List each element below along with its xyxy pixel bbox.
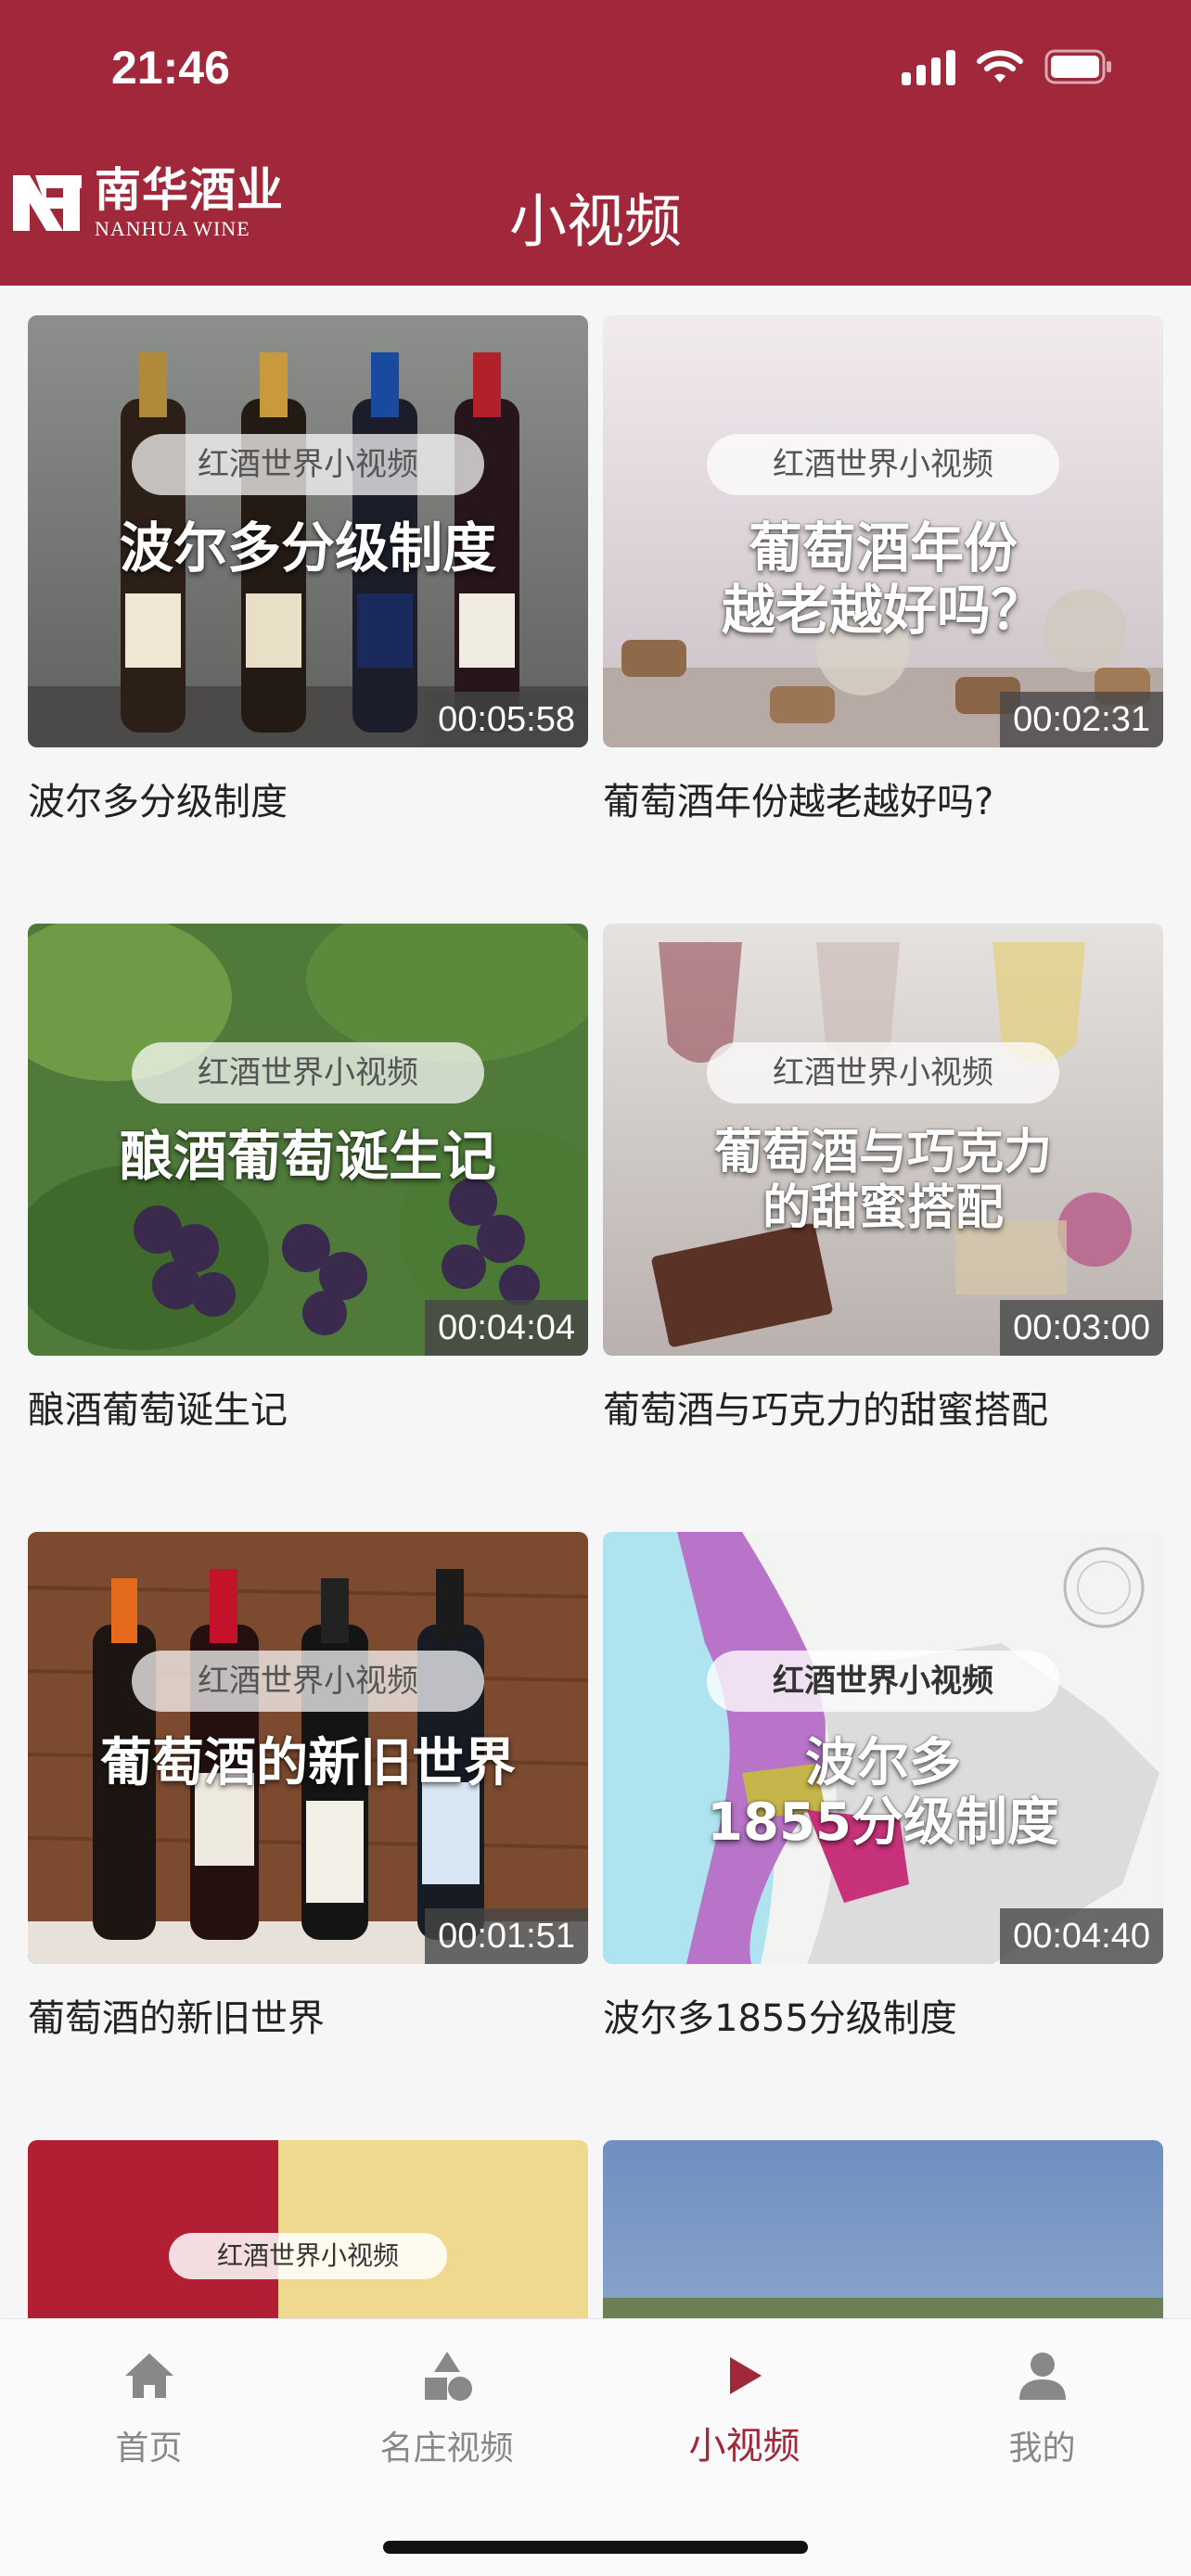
video-card[interactable]: 红酒世界小视频 酿酒葡萄诞生记 00:04:04 酿酒葡萄诞生记 (28, 924, 588, 1434)
battery-icon (1044, 49, 1113, 84)
play-icon (724, 2343, 765, 2408)
video-thumbnail[interactable]: 红酒世界小视频 (28, 2140, 588, 2318)
red-yellow-thumbnail-art (28, 2140, 588, 2318)
video-thumbnail[interactable] (603, 2140, 1163, 2318)
video-title[interactable]: 波尔多1855分级制度 (603, 1988, 1163, 2042)
tab-profile[interactable]: 我的 (893, 2343, 1191, 2473)
page-title: 小视频 (508, 187, 682, 255)
thumbnail-headline: 酿酒葡萄诞生记 (119, 1125, 496, 1188)
tab-short-videos[interactable]: 小视频 (596, 2343, 893, 2473)
video-card[interactable]: 红酒世界小视频 葡萄酒与巧克力 的甜蜜搭配 00:03:00 葡萄酒与巧克力的甜… (603, 924, 1163, 1434)
video-duration: 00:04:40 (1000, 1908, 1163, 1964)
video-thumbnail[interactable]: 红酒世界小视频 葡萄酒的新旧世界 00:01:51 (28, 1532, 588, 1964)
status-icons (902, 46, 1113, 87)
video-duration: 00:03:00 (1000, 1300, 1163, 1356)
video-card[interactable]: 红酒世界小视频 葡萄酒年份 越老越好吗？ 00:02:31 葡萄酒年份越老越好吗… (603, 315, 1163, 825)
video-thumbnail[interactable]: 红酒世界小视频 波尔多分级制度 00:05:58 (28, 315, 588, 747)
video-title[interactable]: 葡萄酒与巧克力的甜蜜搭配 (603, 1380, 1163, 1434)
video-thumbnail[interactable]: 红酒世界小视频 波尔多 1855分级制度 00:04:40 (603, 1532, 1163, 1964)
video-title[interactable]: 葡萄酒的新旧世界 (28, 1988, 588, 2042)
status-time: 21:46 (111, 42, 230, 94)
series-badge: 红酒世界小视频 (707, 1651, 1059, 1712)
thumbnail-headline: 葡萄酒的新旧世界 (100, 1733, 516, 1793)
video-duration: 00:01:51 (425, 1908, 588, 1964)
app-header: 21:46 南华酒业 NANHUA WINE 小视频 (0, 0, 1191, 286)
thumbnail-headline: 葡萄酒与巧克力 的甜蜜搭配 (713, 1125, 1052, 1236)
video-thumbnail[interactable]: 红酒世界小视频 酿酒葡萄诞生记 00:04:04 (28, 924, 588, 1356)
shapes-icon (419, 2343, 475, 2408)
video-duration: 00:02:31 (1000, 692, 1163, 747)
series-badge: 红酒世界小视频 (132, 434, 484, 495)
thumbnail-headline: 波尔多分级制度 (119, 516, 496, 580)
thumbnail-headline: 葡萄酒年份 越老越好吗？ (721, 516, 1044, 642)
video-grid: 红酒世界小视频 波尔多分级制度 00:05:58 波尔多分级制度 红酒世界小视频… (0, 286, 1191, 2318)
cellular-signal-icon (902, 48, 955, 85)
tab-home[interactable]: 首页 (0, 2343, 298, 2473)
video-card[interactable]: 红酒世界小视频 波尔多 1855分级制度 00:04:40 波尔多1855分级制… (603, 1532, 1163, 2042)
tab-profile-label: 我的 (1008, 2429, 1076, 2468)
bottom-tab-bar: 首页 名庄视频 小视频 我的 (0, 2318, 1191, 2576)
thumbnail-headline: 波尔多 1855分级制度 (707, 1733, 1059, 1854)
video-card[interactable] (603, 2140, 1163, 2318)
sky-landscape-thumbnail-art (603, 2140, 1163, 2318)
video-thumbnail[interactable]: 红酒世界小视频 葡萄酒与巧克力 的甜蜜搭配 00:03:00 (603, 924, 1163, 1356)
wifi-icon (976, 48, 1024, 85)
tab-estate-videos[interactable]: 名庄视频 (298, 2343, 596, 2473)
series-badge: 红酒世界小视频 (169, 2233, 447, 2279)
video-duration: 00:05:58 (425, 692, 588, 747)
video-card[interactable]: 红酒世界小视频 (28, 2140, 588, 2318)
series-badge: 红酒世界小视频 (132, 1651, 484, 1712)
series-badge: 红酒世界小视频 (707, 434, 1059, 495)
video-title[interactable]: 酿酒葡萄诞生记 (28, 1380, 588, 1434)
tab-estate-videos-label: 名庄视频 (379, 2429, 514, 2468)
home-indicator[interactable] (383, 2541, 808, 2554)
video-card[interactable]: 红酒世界小视频 葡萄酒的新旧世界 00:01:51 葡萄酒的新旧世界 (28, 1532, 588, 2042)
tab-short-videos-label: 小视频 (688, 2425, 800, 2468)
video-title[interactable]: 波尔多分级制度 (28, 772, 588, 825)
user-icon (1018, 2343, 1068, 2408)
video-card[interactable]: 红酒世界小视频 波尔多分级制度 00:05:58 波尔多分级制度 (28, 315, 588, 825)
video-thumbnail[interactable]: 红酒世界小视频 葡萄酒年份 越老越好吗？ 00:02:31 (603, 315, 1163, 747)
series-badge: 红酒世界小视频 (707, 1042, 1059, 1103)
tab-home-label: 首页 (115, 2429, 183, 2468)
video-title[interactable]: 葡萄酒年份越老越好吗? (603, 772, 1163, 825)
home-icon (122, 2343, 177, 2408)
series-badge: 红酒世界小视频 (132, 1042, 484, 1103)
video-duration: 00:04:04 (425, 1300, 588, 1356)
